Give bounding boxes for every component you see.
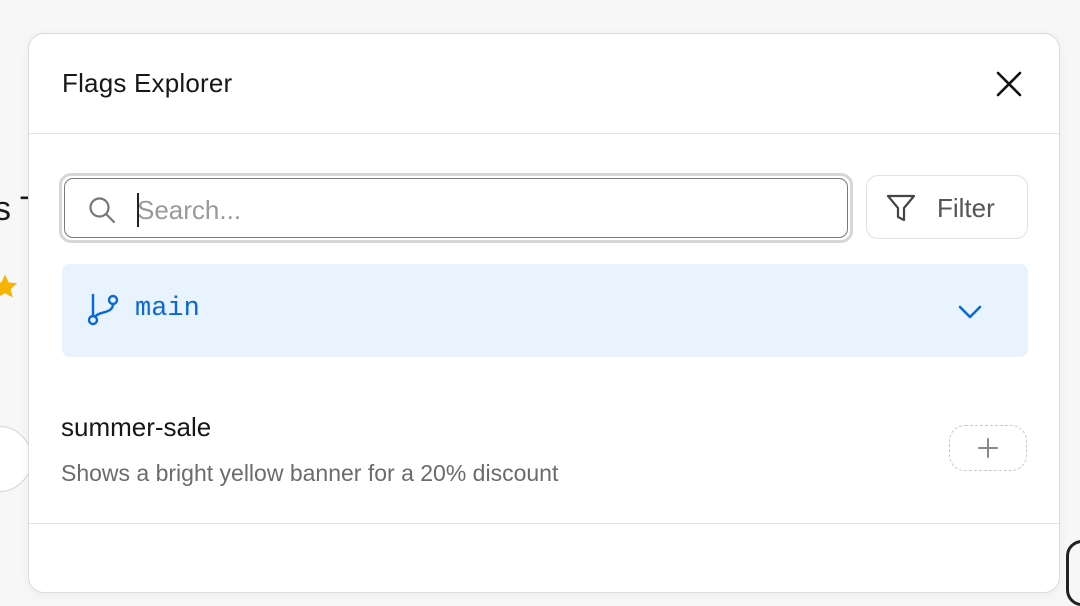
filter-button[interactable]: Filter [866, 175, 1028, 239]
panel-header: Flags Explorer [29, 34, 1059, 134]
search-input[interactable] [135, 187, 839, 233]
flag-description: Shows a bright yellow banner for a 20% d… [61, 460, 559, 486]
plus-icon [978, 438, 998, 458]
search-icon [89, 197, 116, 224]
background-corner-element [1066, 540, 1080, 606]
star-icon [0, 274, 18, 298]
flag-list-item[interactable]: summer-sale Shows a bright yellow banner… [29, 384, 1059, 524]
git-branch-icon [87, 293, 119, 326]
text-caret [137, 193, 139, 227]
flag-name: summer-sale [61, 412, 212, 442]
filter-icon [886, 194, 916, 222]
close-icon[interactable] [989, 64, 1029, 104]
branch-name: main [135, 294, 200, 324]
branch-selector[interactable]: main [62, 264, 1028, 357]
search-field[interactable] [59, 173, 853, 243]
search-field-inner[interactable] [64, 178, 848, 238]
flags-explorer-panel: Flags Explorer Filter main [28, 33, 1060, 593]
panel-title: Flags Explorer [62, 68, 233, 98]
add-flag-override-button[interactable] [949, 425, 1027, 471]
chevron-down-icon[interactable] [954, 296, 986, 328]
filter-label: Filter [937, 193, 995, 223]
